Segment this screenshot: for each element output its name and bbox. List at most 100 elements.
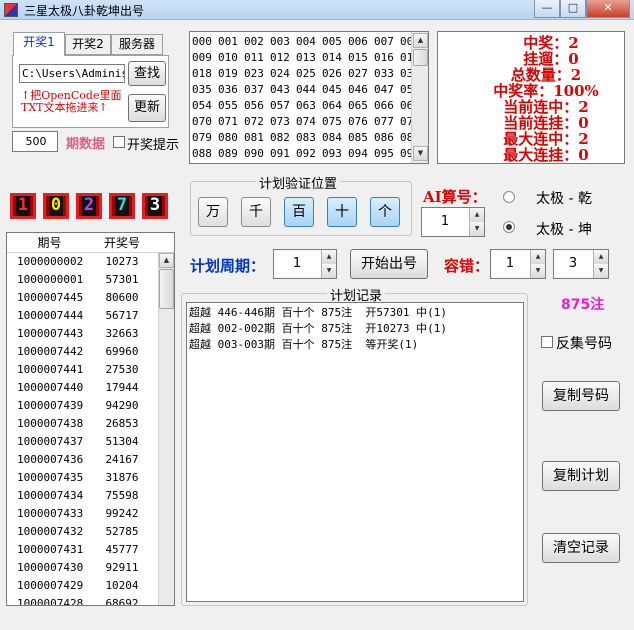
history-scroll-up-icon[interactable]: ▲ [159,253,174,268]
ai-spinner[interactable]: 1 ▲ ▼ [421,207,485,237]
number-grid-cell[interactable]: 045 [322,82,348,98]
number-grid-cell[interactable]: 093 [322,146,348,162]
number-grid-cell[interactable]: 095 [374,146,400,162]
number-grid-cell[interactable]: 085 [348,130,374,146]
number-grid-cell[interactable]: 086 [374,130,400,146]
number-grid-cell[interactable]: 004 [296,34,322,50]
number-grid-cell[interactable]: 074 [296,114,322,130]
tolerance-a-spinner[interactable]: 1 ▲ ▼ [490,249,546,279]
title-bar[interactable]: 三星太极八卦乾坤出号 — □ ✕ [0,0,634,20]
history-row[interactable]: 1000007445 80600 [7,289,174,307]
number-grid-cell[interactable]: 026 [322,66,348,82]
history-row[interactable]: 1000000002 10273 [7,253,174,271]
number-grid-cell[interactable]: 088 [192,146,218,162]
number-grid-cell[interactable]: 055 [218,98,244,114]
history-row[interactable]: 1000007430 92911 [7,559,174,577]
number-grid-cell[interactable]: 006 [348,34,374,50]
position-button[interactable]: 万 [198,197,228,227]
history-row[interactable]: 1000007431 45777 [7,541,174,559]
number-grid-cell[interactable]: 072 [244,114,270,130]
number-grid-cell[interactable]: 033 [374,66,400,82]
number-grid-cell[interactable]: 036 [218,82,244,98]
tab-draw2[interactable]: 开奖2 [65,34,111,55]
copy-numbers-button[interactable]: 复制号码 [542,381,620,411]
draw-alert-checkbox[interactable] [113,136,125,148]
number-grid-cell[interactable]: 091 [270,146,296,162]
number-grid-cell[interactable]: 080 [218,130,244,146]
clear-records-button[interactable]: 清空记录 [542,533,620,563]
number-grid-list[interactable]: 000 001 002 003 004 005 006 007 008 009 010 011 012 0… [189,31,429,164]
records-textbox[interactable]: 超越 446-446期 百十个 875注 开57301 中(1) 超越 002-0… [186,302,524,602]
history-row[interactable]: 1000000001 57301 [7,271,174,289]
number-grid-cell[interactable]: 071 [218,114,244,130]
ai-value[interactable]: 1 [422,208,468,236]
number-grid-cell[interactable]: 025 [296,66,322,82]
number-grid-cell[interactable]: 009 [192,50,218,66]
position-button[interactable]: 个 [370,197,400,227]
mode-kun-radio[interactable] [503,221,515,233]
number-grid-cell[interactable]: 012 [270,50,296,66]
history-row[interactable]: 1000007444 56717 [7,307,174,325]
number-grid-cell[interactable]: 000 [192,34,218,50]
copy-plan-button[interactable]: 复制计划 [542,461,620,491]
number-grid-cell[interactable]: 065 [348,98,374,114]
tolerance-b-spinner[interactable]: 3 ▲ ▼ [553,249,609,279]
history-row[interactable]: 1000007442 69960 [7,343,174,361]
history-row[interactable]: 1000007441 27530 [7,361,174,379]
ai-down-icon[interactable]: ▼ [469,222,484,236]
number-grid-cell[interactable]: 010 [218,50,244,66]
number-grid-cell[interactable]: 019 [218,66,244,82]
plan-cycle-value[interactable]: 1 [274,250,320,278]
tolerance-b-value[interactable]: 3 [554,250,592,278]
tolerance-b-down-icon[interactable]: ▼ [593,264,608,278]
history-row[interactable]: 1000007428 68692 [7,595,174,605]
number-grid-cell[interactable]: 005 [322,34,348,50]
number-grid-cell[interactable]: 081 [244,130,270,146]
scroll-down-icon[interactable]: ▼ [413,146,428,161]
number-grid-scrollbar[interactable]: ▲ ▼ [411,32,428,163]
history-row[interactable]: 1000007439 94290 [7,397,174,415]
number-grid-cell[interactable]: 013 [296,50,322,66]
number-grid-cell[interactable]: 076 [348,114,374,130]
scroll-thumb[interactable] [413,49,428,66]
number-grid-cell[interactable]: 016 [374,50,400,66]
number-grid-cell[interactable]: 054 [192,98,218,114]
history-row[interactable]: 1000007437 51304 [7,433,174,451]
number-grid-cell[interactable]: 023 [244,66,270,82]
find-button[interactable]: 查找 [128,61,166,86]
plan-cycle-down-icon[interactable]: ▼ [321,264,336,278]
number-grid-cell[interactable]: 015 [348,50,374,66]
number-grid-cell[interactable]: 018 [192,66,218,82]
number-grid-cell[interactable]: 014 [322,50,348,66]
minimize-button[interactable]: — [534,0,560,18]
history-row[interactable]: 1000007438 26853 [7,415,174,433]
tab-draw1[interactable]: 开奖1 [13,32,65,56]
tab-server[interactable]: 服务器 [111,34,163,55]
history-row[interactable]: 1000007433 99242 [7,505,174,523]
number-grid-cell[interactable]: 094 [348,146,374,162]
scroll-up-icon[interactable]: ▲ [413,33,428,48]
number-grid-cell[interactable]: 001 [218,34,244,50]
number-grid-cell[interactable]: 089 [218,146,244,162]
number-grid-cell[interactable]: 024 [270,66,296,82]
history-scroll-thumb[interactable] [159,269,174,309]
number-grid-cell[interactable]: 035 [192,82,218,98]
number-grid-cell[interactable]: 066 [374,98,400,114]
plan-cycle-up-icon[interactable]: ▲ [321,250,336,264]
number-grid-cell[interactable]: 057 [270,98,296,114]
number-grid-cell[interactable]: 077 [374,114,400,130]
history-row[interactable]: 1000007436 24167 [7,451,174,469]
mode-qian-radio[interactable] [503,191,515,203]
number-grid-cell[interactable]: 046 [348,82,374,98]
close-button[interactable]: ✕ [586,0,630,18]
number-grid-cell[interactable]: 079 [192,130,218,146]
history-row[interactable]: 1000007440 17944 [7,379,174,397]
number-grid-cell[interactable]: 092 [296,146,322,162]
number-grid-cell[interactable]: 027 [348,66,374,82]
number-grid-cell[interactable]: 083 [296,130,322,146]
position-button[interactable]: 十 [327,197,357,227]
number-grid-cell[interactable]: 070 [192,114,218,130]
number-grid-cell[interactable]: 037 [244,82,270,98]
maximize-button[interactable]: □ [560,0,586,18]
history-row[interactable]: 1000007443 32663 [7,325,174,343]
